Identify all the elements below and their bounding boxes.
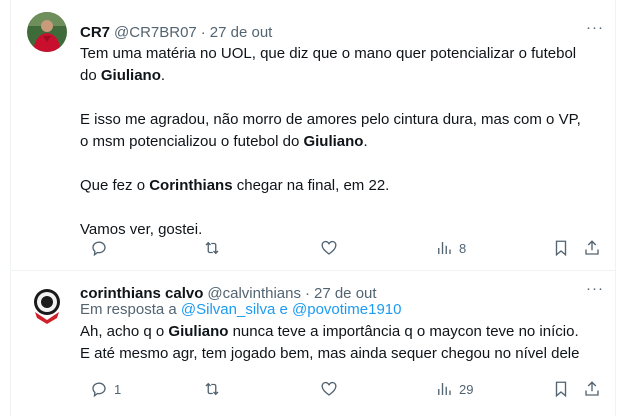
tweet[interactable]: corinthians calvo @calvinthians · 27 de … — [11, 270, 615, 416]
text-line: chegar na final, em 22. — [232, 177, 390, 194]
avatar[interactable] — [27, 12, 67, 52]
retweet-icon — [205, 241, 219, 255]
bookmark-button[interactable] — [552, 379, 570, 399]
reply-button[interactable] — [90, 238, 108, 258]
user-handle[interactable]: @CR7BR07 — [114, 24, 197, 41]
bold-word: Giuliano — [303, 133, 364, 150]
reply-prefix: Em resposta a — [80, 301, 181, 318]
heart-icon — [321, 240, 337, 255]
display-name[interactable]: CR7 — [80, 24, 110, 41]
action-bar: 1 29 — [80, 379, 599, 399]
separator-dot: · — [200, 23, 206, 41]
bold-word: Corinthians — [149, 177, 233, 194]
text-line: E isso me agradou, não morro de amores p… — [80, 111, 581, 128]
views-count: 29 — [459, 381, 474, 397]
mention-link[interactable]: @Silvan_silva — [181, 301, 275, 318]
timeline: CR7 @CR7BR07 · 27 de out ··· Tem uma mat… — [10, 0, 616, 416]
share-icon — [585, 240, 599, 255]
bold-word: Giuliano — [100, 67, 161, 84]
share-button[interactable] — [583, 379, 601, 399]
tweet[interactable]: CR7 @CR7BR07 · 27 de out ··· Tem uma mat… — [11, 0, 615, 271]
avatar[interactable] — [27, 284, 67, 324]
tweet-date[interactable]: 27 de out — [210, 24, 273, 41]
bookmark-button[interactable] — [552, 238, 570, 258]
reply-icon — [92, 241, 106, 257]
views-icon — [438, 383, 451, 395]
views-button[interactable]: 29 — [435, 379, 473, 399]
tweet-text: Em resposta a @Silvan_silva e @povotime1… — [80, 299, 599, 365]
bookmark-icon — [555, 240, 567, 257]
heart-icon — [321, 381, 337, 396]
reply-button[interactable]: 1 — [90, 379, 121, 399]
share-icon — [585, 381, 599, 396]
action-bar: 8 — [80, 238, 599, 258]
bold-word: Giuliano — [168, 323, 229, 340]
tweet-header: CR7 @CR7BR07 · 27 de out — [80, 22, 575, 42]
like-button[interactable] — [320, 238, 338, 258]
text-line: E até mesmo agr, tem jogado bem, mas ain… — [80, 345, 580, 362]
retweet-button[interactable] — [203, 238, 221, 258]
text-line: . — [160, 67, 166, 84]
text-line: . — [363, 133, 368, 150]
text-line: Que fez o — [80, 177, 150, 194]
like-button[interactable] — [320, 379, 338, 399]
tweet-text: Tem uma matéria no UOL, que diz que o ma… — [80, 43, 599, 241]
text-line: Tem uma matéria no UOL, que diz que o ma… — [80, 45, 577, 62]
text-line: o msm potencializou o futebol do — [80, 133, 304, 150]
more-icon[interactable]: ··· — [585, 20, 605, 41]
reply-icon — [92, 382, 106, 398]
bookmark-icon — [555, 381, 567, 398]
retweet-button[interactable] — [203, 379, 221, 399]
text-line: nunca teve a importância q o maycon teve… — [228, 323, 579, 340]
views-count: 8 — [459, 240, 467, 256]
text-line: Ah, acho q o — [80, 323, 169, 340]
mention-link[interactable]: @povotime1910 — [292, 301, 401, 318]
views-icon — [438, 242, 451, 254]
views-button[interactable]: 8 — [435, 238, 466, 258]
retweet-icon — [205, 382, 219, 396]
reply-context: Em resposta a @Silvan_silva e @povotime1… — [80, 299, 599, 321]
share-button[interactable] — [583, 238, 601, 258]
text-line: Vamos ver, gostei. — [80, 221, 203, 238]
text-line: do — [80, 67, 101, 84]
reply-count: 1 — [114, 381, 122, 397]
reply-and: e — [275, 301, 293, 318]
